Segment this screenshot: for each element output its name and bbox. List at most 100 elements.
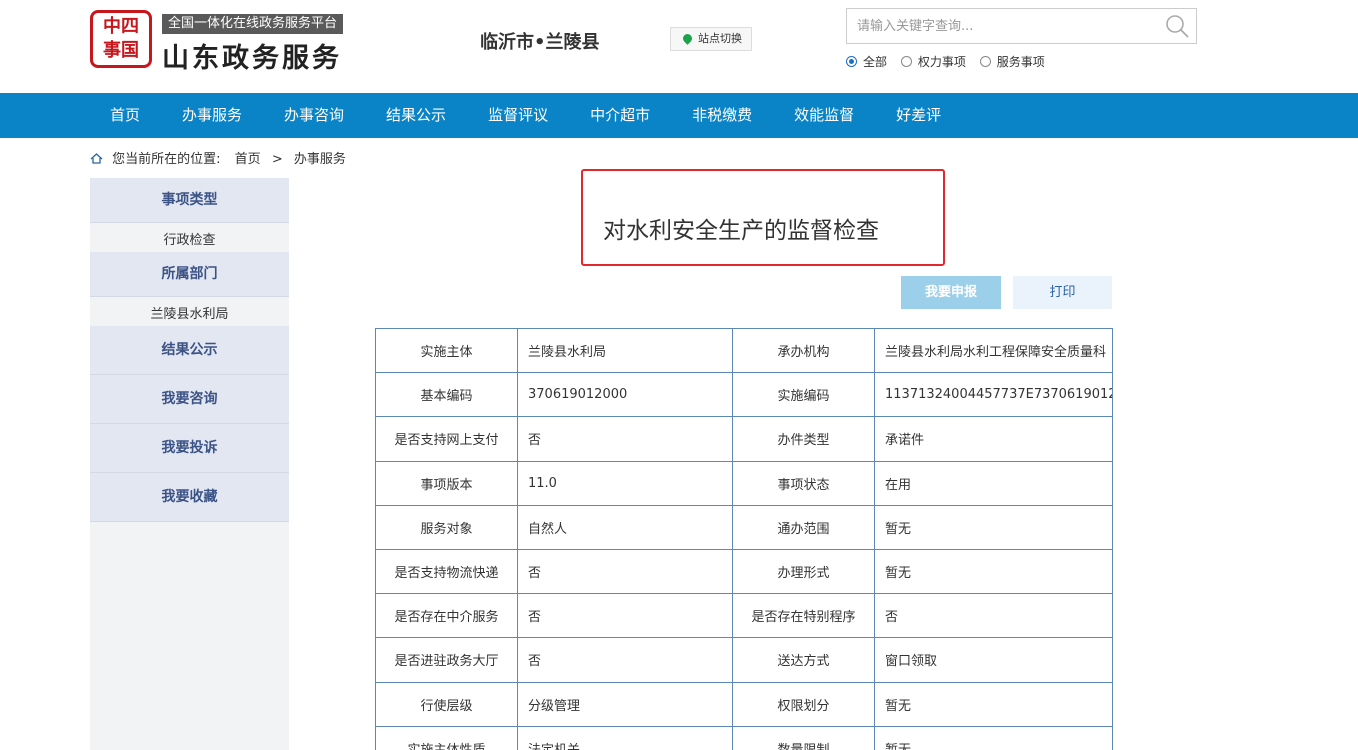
table-value-cell: 在用 bbox=[874, 460, 1113, 506]
nav-agency-market[interactable]: 中介超市 bbox=[569, 93, 671, 138]
page-title: 对水利安全生产的监督检查 bbox=[603, 218, 879, 244]
radio-dot-icon bbox=[846, 56, 857, 67]
title-highlight-box: 对水利安全生产的监督检查 bbox=[581, 169, 945, 266]
site-switch-label: 站点切换 bbox=[698, 32, 742, 45]
radio-dot-icon bbox=[900, 56, 912, 67]
breadcrumb-prefix: 您当前所在的位置: bbox=[112, 152, 221, 167]
table-value-cell: 暂无 bbox=[874, 681, 1113, 727]
table-value-cell: 否 bbox=[517, 593, 733, 639]
table-row: 服务对象 自然人 通办范围 暂无 bbox=[375, 504, 1113, 550]
table-label-cell: 办件类型 bbox=[732, 416, 875, 462]
location-pin-icon bbox=[681, 32, 694, 45]
table-label-cell: 是否存在特别程序 bbox=[732, 593, 875, 639]
nav-rating[interactable]: 好差评 bbox=[875, 93, 962, 138]
site-logo[interactable]: 中四 事国 全国一体化在线政务服务平台 山东政务服务 bbox=[90, 10, 360, 74]
table-label-cell: 数量限制 bbox=[732, 725, 875, 750]
table-value-cell: 否 bbox=[874, 593, 1113, 639]
site-name: 山东政务服务 bbox=[162, 43, 342, 74]
search-scope: 全部 权力事项 服务事项 bbox=[846, 53, 1055, 70]
table-label-cell: 行使层级 bbox=[375, 681, 518, 727]
sidebar-type-value: 行政检查 bbox=[90, 223, 289, 252]
table-value-cell: 否 bbox=[517, 548, 733, 595]
search-button[interactable] bbox=[1164, 13, 1190, 39]
radio-service-items[interactable]: 服务事项 bbox=[979, 53, 1045, 70]
sidebar-item-type-head: 事项类型 bbox=[90, 178, 289, 223]
apply-button[interactable]: 我要申报 bbox=[901, 276, 1001, 309]
table-row: 实施主体性质法定机关数量限制暂无 bbox=[375, 725, 1113, 750]
print-button[interactable]: 打印 bbox=[1013, 276, 1112, 309]
table-label-cell: 送达方式 bbox=[732, 637, 875, 683]
sidebar-item-dept-head: 所属部门 bbox=[90, 252, 289, 297]
home-icon bbox=[90, 153, 103, 164]
table-value-cell: 兰陵县水利局水利工程保障安全质量科 bbox=[874, 327, 1113, 374]
sidebar-item-favorite[interactable]: 我要收藏 bbox=[90, 473, 289, 522]
table-row: 是否进驻政务大厅否送达方式 窗口领取 bbox=[375, 637, 1113, 683]
nav-nontax-payment[interactable]: 非税缴费 bbox=[671, 93, 773, 138]
sidebar-item-consult[interactable]: 我要咨询 bbox=[90, 375, 289, 424]
table-value-cell: 自然人 bbox=[517, 504, 733, 550]
table-label-cell: 实施主体性质 bbox=[375, 725, 518, 750]
table-label-cell: 是否支持网上支付 bbox=[375, 416, 518, 462]
table-label-cell: 承办机构 bbox=[732, 327, 875, 374]
table-row: 是否存在中介服务否是否存在特别程序否 bbox=[375, 593, 1113, 639]
table-label-cell: 实施编码 bbox=[732, 372, 875, 418]
radio-all[interactable]: 全部 bbox=[846, 53, 887, 70]
table-row: 基本编码 370619012000 实施编码 11371324004457737E73… bbox=[375, 372, 1113, 418]
table-label-cell: 办理形式 bbox=[732, 548, 875, 595]
platform-label: 全国一体化在线政务服务平台 bbox=[162, 14, 344, 34]
nav-results[interactable]: 结果公示 bbox=[365, 93, 467, 138]
breadcrumb-home[interactable]: 首页 bbox=[235, 152, 261, 167]
table-label-cell: 事项状态 bbox=[732, 460, 875, 506]
table-value-cell: 窗口领取 bbox=[874, 637, 1113, 683]
breadcrumb-services[interactable]: 办事服务 bbox=[294, 152, 346, 167]
nav-services[interactable]: 办事服务 bbox=[161, 93, 263, 138]
table-value-cell: 暂无 bbox=[874, 548, 1113, 595]
table-value-cell: 暂无 bbox=[874, 504, 1113, 550]
item-info-table: 实施主体 兰陵县水利局 承办机构 兰陵县水利局水利工程保障安全质量科 基本编码 37061… bbox=[375, 327, 1113, 750]
table-row: 是否支持网上支付否办件类型 承诺件 bbox=[375, 416, 1113, 462]
table-value-cell: 否 bbox=[517, 637, 733, 683]
table-label-cell: 基本编码 bbox=[375, 372, 518, 418]
nav-efficiency[interactable]: 效能监督 bbox=[773, 93, 875, 138]
radio-power-items[interactable]: 权力事项 bbox=[900, 53, 966, 70]
nav-supervision[interactable]: 监督评议 bbox=[467, 93, 569, 138]
table-label-cell: 实施主体 bbox=[375, 327, 518, 374]
main-nav: 首页 办事服务 办事咨询 结果公示 监督评议 中介超市 非税缴费 效能监督 好差… bbox=[0, 93, 1358, 138]
table-value-cell: 否 bbox=[517, 416, 733, 462]
header: 中四事国 全国一体化在线政务服务平台 山东政务服务 临沂市•兰陵县 站点切换 全… bbox=[0, 0, 1358, 93]
table-value-cell: 分级管理 bbox=[517, 681, 733, 727]
table-label-cell: 是否存在中介服务 bbox=[375, 593, 518, 639]
search-icon bbox=[1166, 15, 1189, 38]
nav-consult[interactable]: 办事咨询 bbox=[263, 93, 365, 138]
sidebar-dept-value: 兰陵县水利局 bbox=[90, 297, 289, 326]
search-box bbox=[846, 8, 1197, 44]
site-switch-button[interactable]: 站点切换 bbox=[670, 27, 752, 51]
current-city: 临沂市•兰陵县 bbox=[480, 32, 600, 53]
table-value-cell: 暂无 bbox=[874, 725, 1113, 750]
breadcrumb: 您当前所在的位置: 首页 > 办事服务 bbox=[90, 148, 346, 167]
table-value-cell: 法定机关 bbox=[517, 725, 733, 750]
sidebar-item-results[interactable]: 结果公示 bbox=[90, 326, 289, 375]
breadcrumb-separator: > bbox=[271, 152, 283, 167]
table-label-cell: 通办范围 bbox=[732, 504, 875, 550]
table-value-cell: 兰陵县水利局 bbox=[517, 327, 733, 374]
sidebar: 事项类型 行政检查 所属部门 兰陵县水利局 结果公示 我要咨询 我要投诉 我要收… bbox=[90, 178, 289, 750]
search-input[interactable] bbox=[847, 9, 1147, 43]
table-label-cell: 权限划分 bbox=[732, 681, 875, 727]
table-label-cell: 是否进驻政务大厅 bbox=[375, 637, 518, 683]
table-label-cell: 服务对象 bbox=[375, 504, 518, 550]
table-value-cell: 11.0 bbox=[517, 460, 733, 506]
nav-home[interactable]: 首页 bbox=[90, 93, 161, 138]
table-value-cell: 11371324004457737E7370619012000 bbox=[874, 372, 1113, 418]
sidebar-item-complain[interactable]: 我要投诉 bbox=[90, 424, 289, 473]
table-value-cell: 承诺件 bbox=[874, 416, 1113, 462]
logo-seal-icon: 中四 事国 bbox=[90, 10, 152, 68]
table-value-cell: 370619012000 bbox=[517, 372, 733, 418]
table-label-cell: 是否支持物流快递 bbox=[375, 548, 518, 595]
table-row: 事项版本 11.0 事项状态 在用 bbox=[375, 460, 1113, 506]
radio-dot-icon bbox=[979, 56, 991, 67]
table-label-cell: 事项版本 bbox=[375, 460, 518, 506]
table-row: 实施主体 兰陵县水利局 承办机构 兰陵县水利局水利工程保障安全质量科 bbox=[375, 327, 1113, 374]
table-row: 是否支持物流快递否办理形式 暂无 bbox=[375, 548, 1113, 595]
table-row: 行使层级 分级管理 权限划分 暂无 bbox=[375, 681, 1113, 727]
